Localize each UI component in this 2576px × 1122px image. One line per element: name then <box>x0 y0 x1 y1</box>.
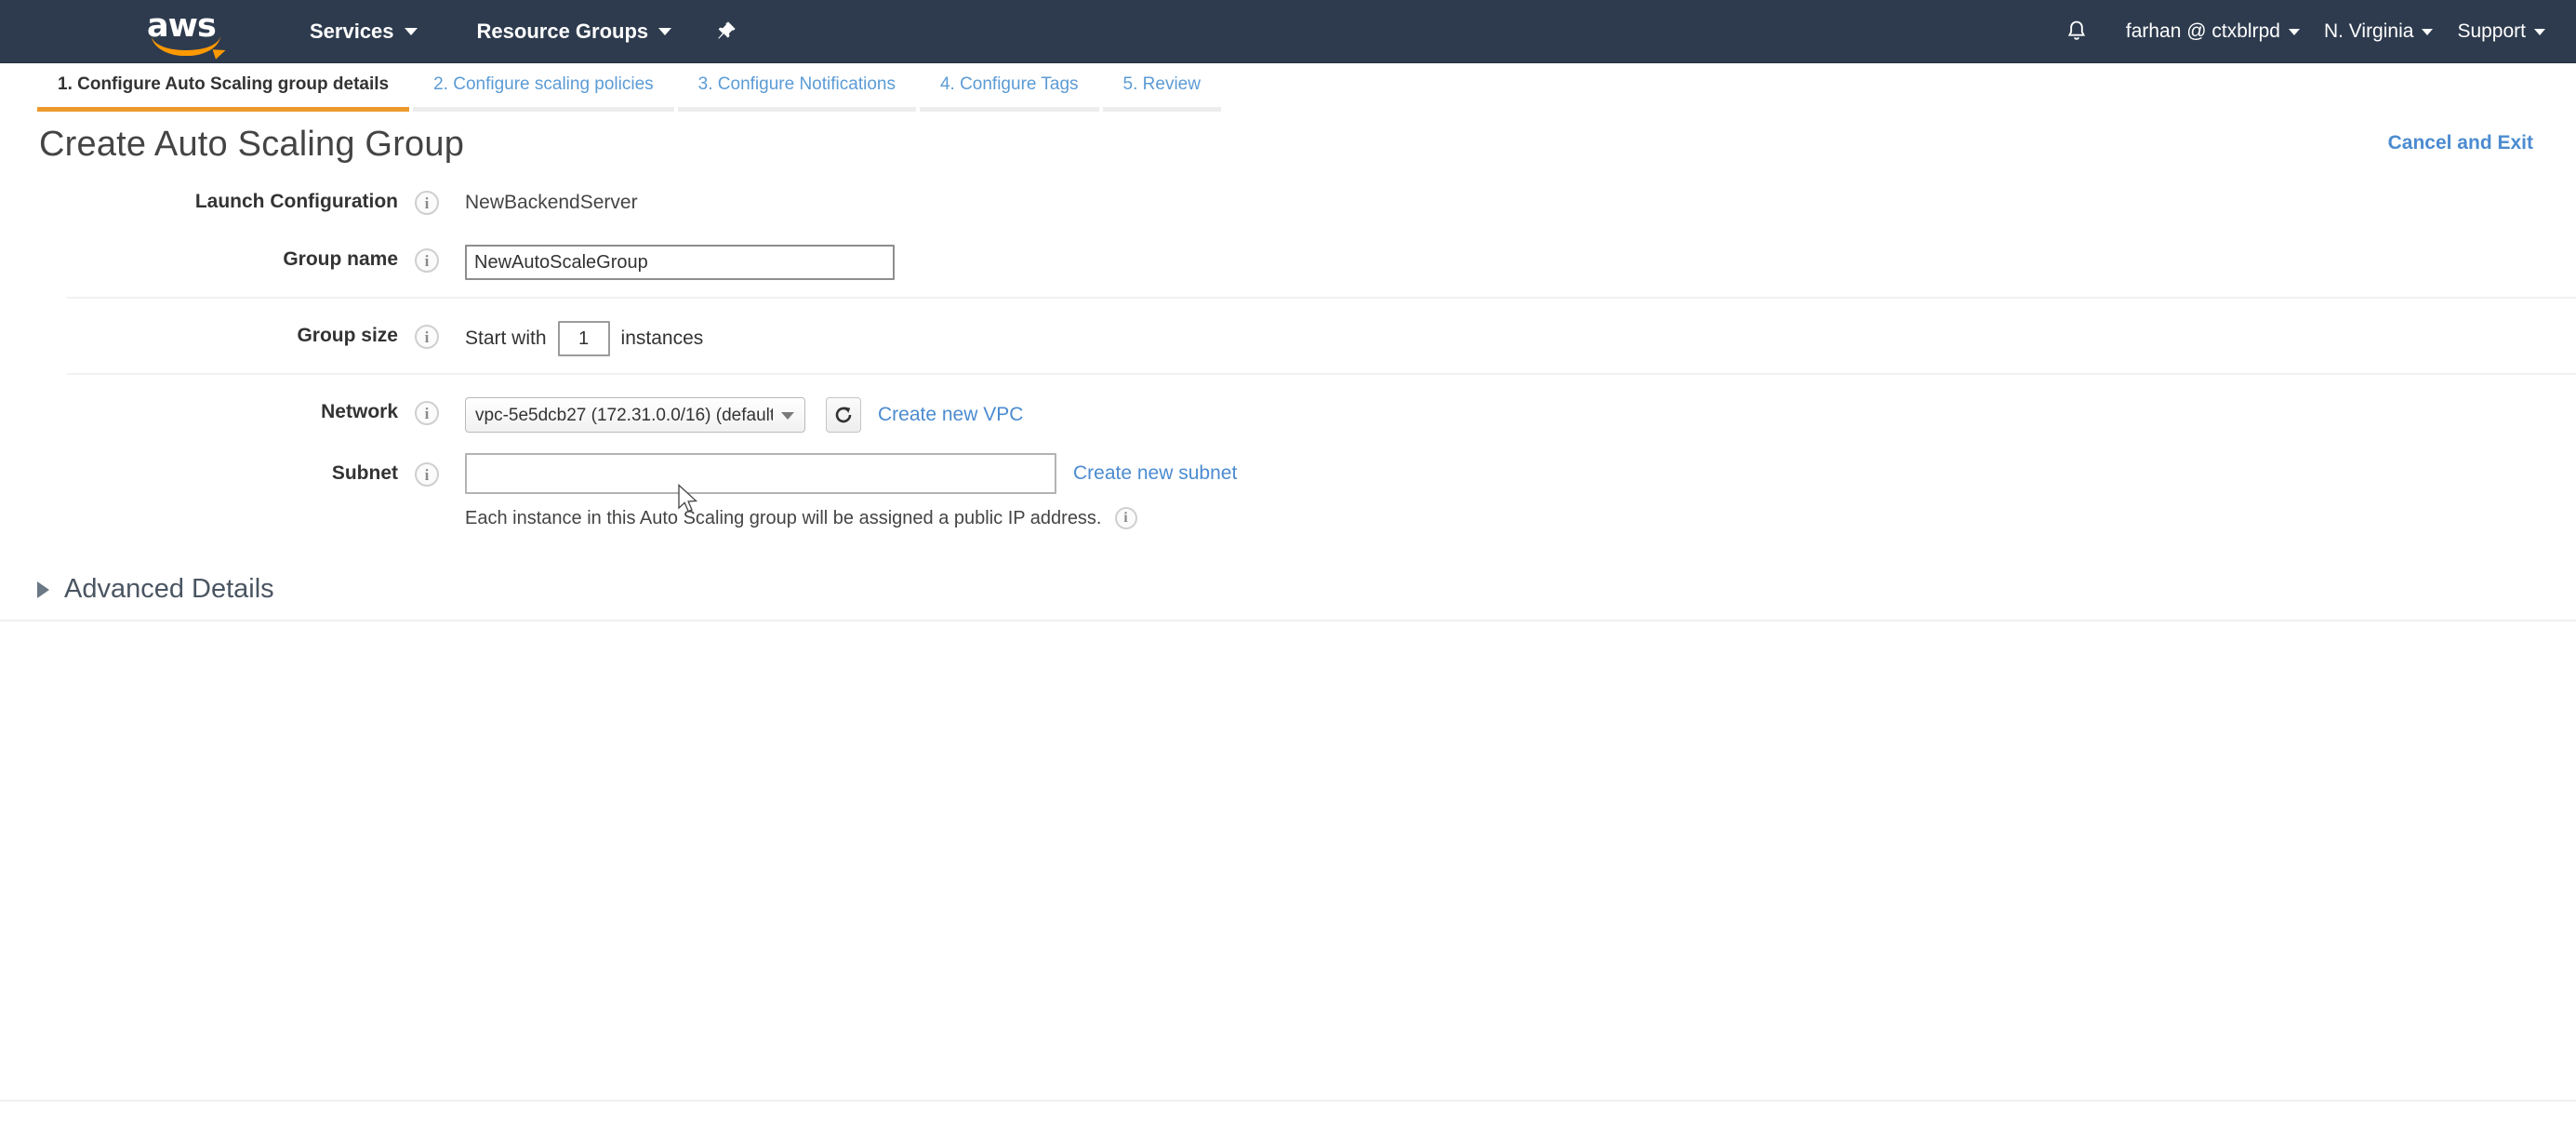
page-body: Create Auto Scaling Group Cancel and Exi… <box>0 112 2576 621</box>
wizard-step-3-label: 3. Configure Notifications <box>698 74 896 94</box>
info-icon[interactable]: i <box>415 191 439 215</box>
subnet-helper-text: Each instance in this Auto Scaling group… <box>465 508 1102 529</box>
info-icon[interactable]: i <box>415 325 439 349</box>
row-network: Network i vpc-5e5dcb27 (172.31.0.0/16) (… <box>67 373 2576 436</box>
page-title: Create Auto Scaling Group <box>39 125 2576 165</box>
group-name-label: Group name <box>0 243 398 271</box>
wizard-step-1[interactable]: 1. Configure Auto Scaling group details <box>37 74 409 112</box>
subnet-helper-text-row: Each instance in this Auto Scaling group… <box>465 507 1237 529</box>
network-select-wrapper: vpc-5e5dcb27 (172.31.0.0/16) (default) <box>465 397 805 433</box>
row-group-size: Group size i Start with instances <box>67 297 2576 360</box>
group-size-suffix: instances <box>621 327 704 350</box>
group-name-input[interactable] <box>465 245 895 280</box>
wizard-step-5[interactable]: 5. Review <box>1103 74 1221 112</box>
row-launch-configuration: Launch Configuration i NewBackendServer <box>0 181 2576 224</box>
wizard-step-3[interactable]: 3. Configure Notifications <box>678 74 916 112</box>
wizard-step-2[interactable]: 2. Configure scaling policies <box>413 74 674 112</box>
group-size-field: Start with instances <box>465 319 714 356</box>
wizard-step-1-label: 1. Configure Auto Scaling group details <box>58 74 389 94</box>
launch-configuration-field: NewBackendServer <box>465 185 638 214</box>
nav-support-label: Support <box>2457 20 2526 43</box>
nav-resource-groups[interactable]: Resource Groups <box>465 0 684 63</box>
wizard-steps: 1. Configure Auto Scaling group details … <box>0 63 2576 112</box>
wizard-step-4[interactable]: 4. Configure Tags <box>920 74 1099 112</box>
group-size-prefix: Start with <box>465 327 547 350</box>
subnet-field: Create new subnet Each instance in this … <box>465 451 1237 529</box>
info-icon[interactable]: i <box>415 248 439 273</box>
subnet-label: Subnet <box>67 451 398 485</box>
group-size-input[interactable] <box>558 321 610 356</box>
chevron-down-icon <box>2422 29 2433 35</box>
chevron-down-icon <box>2534 29 2545 35</box>
wizard-step-2-label: 2. Configure scaling policies <box>433 74 654 94</box>
row-group-name: Group name i <box>0 239 2576 284</box>
nav-region-label: N. Virginia <box>2324 20 2414 43</box>
info-icon[interactable]: i <box>415 401 439 425</box>
subnet-input[interactable] <box>465 453 1056 494</box>
cancel-and-exit-link[interactable]: Cancel and Exit <box>2388 132 2533 154</box>
info-icon[interactable]: i <box>415 462 439 487</box>
bell-icon[interactable] <box>2056 11 2097 52</box>
aws-logo-smile <box>152 35 220 56</box>
triangle-right-icon <box>37 581 49 598</box>
create-new-vpc-link[interactable]: Create new VPC <box>878 404 1023 426</box>
aws-logo[interactable]: aws <box>147 13 232 50</box>
top-navbar: aws Services Resource Groups farhan @ ct… <box>0 0 2576 63</box>
nav-account-label: farhan @ ctxblrpd <box>2126 20 2280 43</box>
network-field: vpc-5e5dcb27 (172.31.0.0/16) (default) C… <box>465 395 1023 433</box>
network-select[interactable]: vpc-5e5dcb27 (172.31.0.0/16) (default) <box>465 397 805 433</box>
nav-resource-groups-label: Resource Groups <box>477 20 649 44</box>
wizard-step-4-label: 4. Configure Tags <box>940 74 1079 94</box>
nav-support-menu[interactable]: Support <box>2445 0 2557 63</box>
navbar-right-group: farhan @ ctxblrpd N. Virginia Support <box>2056 0 2557 63</box>
launch-configuration-label: Launch Configuration <box>0 185 398 213</box>
chevron-down-icon <box>658 28 671 35</box>
navbar-left-group: aws Services Resource Groups <box>56 0 739 63</box>
create-new-subnet-link[interactable]: Create new subnet <box>1073 462 1237 485</box>
info-icon[interactable]: i <box>1115 507 1137 529</box>
nav-services-label: Services <box>310 20 394 44</box>
network-label: Network <box>67 395 398 423</box>
chevron-down-icon <box>405 28 418 35</box>
row-subnet: Subnet i Create new subnet Each instance… <box>67 447 2576 533</box>
advanced-details-label: Advanced Details <box>64 574 274 605</box>
pushpin-icon[interactable] <box>711 13 739 50</box>
refresh-icon <box>832 404 855 426</box>
chevron-down-icon <box>2289 29 2300 35</box>
advanced-details-toggle[interactable]: Advanced Details <box>0 574 2576 621</box>
refresh-vpc-button[interactable] <box>826 397 861 433</box>
page-footer: Cancel Next: Configure scaling policies <box>0 1100 2576 1122</box>
group-name-field <box>465 243 895 280</box>
nav-services[interactable]: Services <box>298 0 430 63</box>
launch-configuration-value: NewBackendServer <box>465 187 638 214</box>
nav-region-menu[interactable]: N. Virginia <box>2312 0 2446 63</box>
wizard-step-5-label: 5. Review <box>1123 74 1201 94</box>
group-size-label: Group size <box>67 319 398 347</box>
nav-account-menu[interactable]: farhan @ ctxblrpd <box>2114 0 2312 63</box>
